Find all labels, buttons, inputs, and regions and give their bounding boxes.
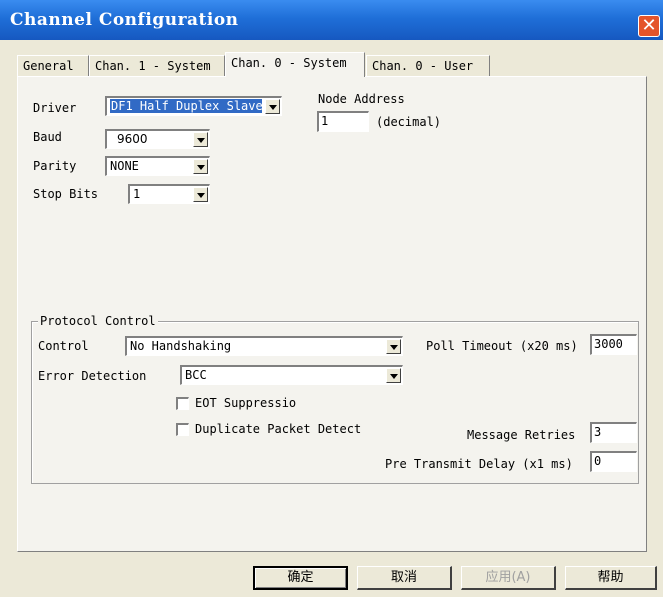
error-detection-label: Error Detection [38,369,147,383]
parity-value: NONE [110,159,139,173]
eot-suppression-checkbox[interactable] [176,397,189,410]
error-detection-value: BCC [185,368,207,382]
help-button[interactable]: 帮助 [565,566,657,590]
message-retries-value: 3 [594,425,602,439]
stop-bits-dropdown[interactable]: 1 [128,184,210,204]
stop-bits-value: 1 [133,187,141,201]
driver-label: Driver [33,101,77,115]
chevron-down-icon[interactable] [193,132,208,147]
duplicate-packet-checkbox[interactable] [176,423,189,436]
parity-label: Parity [33,159,77,173]
pre-transmit-delay-label: Pre Transmit Delay (x1 ms) [385,457,573,471]
protocol-control-title: Protocol Control [38,314,158,328]
baud-value: 9600 [117,132,148,146]
cancel-button[interactable]: 取消 [357,566,452,590]
chevron-down-icon[interactable] [386,368,401,383]
stop-bits-label: Stop Bits [33,187,99,201]
tab-chan0-system[interactable]: Chan. 0 - System [225,52,365,77]
node-address-input[interactable]: 1 [317,111,369,132]
tab-chan1-system[interactable]: Chan. 1 - System [89,55,225,76]
driver-value: DF1 Half Duplex Slave [110,99,262,113]
node-address-value: 1 [321,114,329,128]
chevron-down-icon[interactable] [193,159,208,174]
driver-dropdown[interactable]: DF1 Half Duplex Slave [105,96,282,116]
message-retries-label: Message Retries [467,428,576,442]
control-value: No Handshaking [130,339,232,353]
baud-dropdown[interactable]: 9600 [105,129,210,149]
poll-timeout-label: Poll Timeout (x20 ms) [426,339,578,353]
node-address-label: Node Address [318,92,405,106]
duplicate-packet-label: Duplicate Packet Detect [195,422,362,436]
tab-general[interactable]: General [17,55,89,76]
error-detection-dropdown[interactable]: BCC [180,365,403,385]
window-title: Channel Configuration [10,10,239,30]
pre-transmit-delay-value: 0 [594,454,602,468]
baud-label: Baud [33,130,62,144]
channel-configuration-dialog: Channel Configuration ✕ General Chan. 1 … [0,0,663,597]
chevron-down-icon[interactable] [386,339,401,354]
title-bar[interactable]: Channel Configuration ✕ [0,0,663,40]
chevron-down-icon[interactable] [193,187,208,202]
pre-transmit-delay-input[interactable]: 0 [590,451,637,472]
parity-dropdown[interactable]: NONE [105,156,210,176]
ok-button[interactable]: 确定 [253,566,348,590]
node-address-unit: (decimal) [376,115,442,129]
poll-timeout-input[interactable]: 3000 [590,334,637,355]
poll-timeout-value: 3000 [594,337,623,351]
tab-chan0-user[interactable]: Chan. 0 - User [366,55,490,76]
close-icon[interactable]: ✕ [638,15,660,37]
message-retries-input[interactable]: 3 [590,422,637,443]
eot-suppression-label: EOT Suppressio [195,396,297,410]
apply-button[interactable]: 应用(A) [461,566,556,590]
control-label: Control [38,339,89,353]
chevron-down-icon[interactable] [265,99,280,114]
control-dropdown[interactable]: No Handshaking [125,336,403,356]
